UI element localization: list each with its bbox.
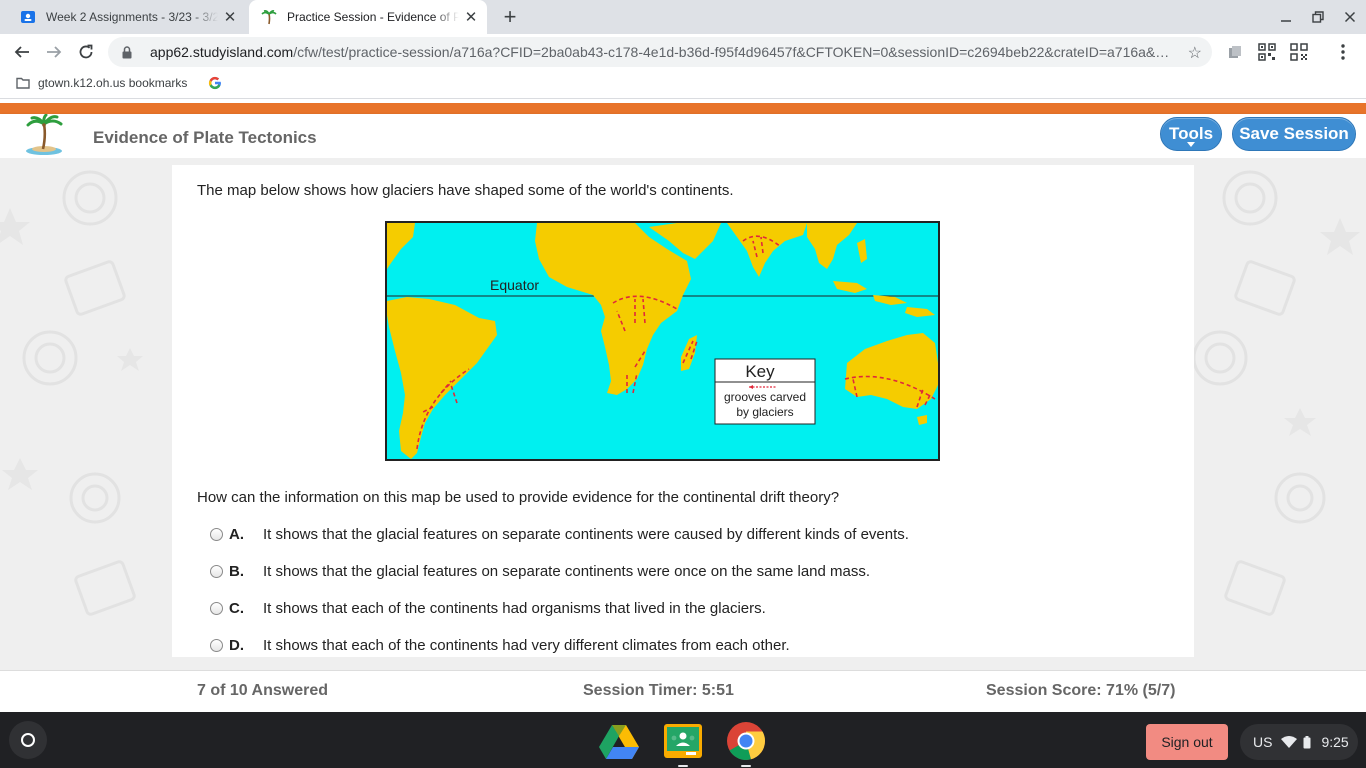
reload-icon[interactable]: [72, 38, 100, 66]
tasmania-shape: [917, 415, 927, 425]
question-prompt: The map below shows how glaciers have sh…: [197, 182, 734, 199]
radio-button[interactable]: [210, 601, 223, 615]
session-timer: Session Timer: 5:51: [583, 682, 734, 699]
map-key: Key grooves carved by glaciers: [714, 358, 816, 425]
bookmark-folder[interactable]: gtown.k12.oh.us bookmarks: [16, 76, 187, 90]
answered-count: 7 of 10 Answered: [197, 682, 329, 699]
chrome-icon[interactable]: [726, 721, 766, 767]
battery-icon: [1303, 735, 1311, 749]
map-key-title: Key: [745, 362, 775, 381]
indonesia-shape: [833, 281, 867, 293]
wifi-icon: [1281, 736, 1298, 748]
more-menu-icon[interactable]: [1332, 41, 1354, 63]
app-header: Evidence of Plate Tectonics Tools Save S…: [0, 113, 1366, 158]
new-tab-icon[interactable]: +: [497, 4, 523, 30]
south-america-shape: [387, 297, 497, 459]
save-session-button[interactable]: Save Session: [1232, 117, 1356, 151]
radio-button[interactable]: [210, 638, 223, 652]
extension-icon[interactable]: [1224, 41, 1246, 63]
save-session-label: Save Session: [1239, 124, 1349, 143]
equator-label: Equator: [490, 277, 539, 293]
tab-practice-session[interactable]: Practice Session - Evidence of Plate Tec…: [249, 0, 487, 34]
google-bookmark[interactable]: [208, 76, 222, 90]
tab-title: Practice Session - Evidence of Plate Tec…: [287, 10, 459, 24]
study-island-logo: [24, 113, 68, 156]
tools-button[interactable]: Tools: [1160, 117, 1222, 151]
palm-tree-favicon-icon: [261, 9, 277, 25]
africa-shape: [535, 223, 691, 395]
page-title: Evidence of Plate Tectonics: [93, 128, 317, 147]
url-host: app62.studyisland.com: [150, 44, 294, 60]
os-shelf: Sign out US 9:25: [0, 712, 1366, 768]
running-indicator: [678, 765, 688, 767]
minimize-icon[interactable]: [1274, 6, 1298, 28]
session-score: Session Score: 71% (5/7): [986, 682, 1176, 699]
question-card: The map below shows how glaciers have sh…: [172, 165, 1194, 657]
glacier-map: Equator Key grooves carved by glaciers: [385, 221, 940, 461]
bookmark-label: gtown.k12.oh.us bookmarks: [38, 76, 188, 90]
groove-arrow: [450, 384, 458, 404]
choice-letter: B.: [229, 562, 244, 580]
brand-bar: [0, 103, 1366, 114]
answer-choice-d[interactable]: D. It shows that each of the continents …: [210, 634, 790, 656]
url-text: app62.studyisland.com/cfw/test/practice-…: [150, 44, 1180, 60]
clock-time: 9:25: [1321, 734, 1349, 750]
close-window-icon[interactable]: [1338, 6, 1362, 28]
qr-code-icon[interactable]: [1256, 41, 1278, 63]
tab-week2-assignments[interactable]: Week 2 Assignments - 3/23 - 3/27 ✕: [8, 0, 246, 34]
sign-out-label: Sign out: [1161, 734, 1213, 750]
india-shape: [727, 223, 807, 277]
folder-icon: [16, 77, 30, 89]
question-stem: How can the information on this map be u…: [197, 489, 840, 506]
running-indicator: [741, 765, 751, 767]
new-guinea-shape: [905, 307, 935, 317]
tab-close-icon[interactable]: ✕: [222, 9, 238, 26]
forward-arrow-icon[interactable]: [40, 38, 68, 66]
status-tray[interactable]: US 9:25: [1240, 724, 1358, 760]
lock-icon: [120, 45, 134, 59]
google-classroom-icon[interactable]: [663, 721, 703, 767]
choice-text: It shows that each of the continents had…: [263, 599, 766, 617]
southeast-asia-shape: [807, 223, 857, 269]
answer-choice-b[interactable]: B. It shows that the glacial features on…: [210, 560, 870, 582]
google-icon: [208, 76, 222, 90]
back-arrow-icon[interactable]: [8, 38, 36, 66]
choice-letter: A.: [229, 525, 244, 543]
australia-shape: [845, 333, 938, 409]
philippines-shape: [857, 239, 867, 263]
bookmark-star-icon[interactable]: ☆: [1188, 43, 1202, 63]
radio-button[interactable]: [210, 564, 223, 578]
world-map-image: Equator Key grooves carved by glaciers: [387, 223, 938, 459]
chevron-down-icon: [1187, 142, 1195, 147]
tab-title: Week 2 Assignments - 3/23 - 3/27: [46, 10, 218, 24]
choice-letter: C.: [229, 599, 244, 617]
restore-icon[interactable]: [1306, 6, 1330, 28]
tab-strip: Week 2 Assignments - 3/23 - 3/27 ✕ Pract…: [0, 0, 1366, 34]
address-bar[interactable]: app62.studyisland.com/cfw/test/practice-…: [108, 37, 1212, 67]
answer-choice-a[interactable]: A. It shows that the glacial features on…: [210, 523, 909, 545]
qr-code-extension-icon[interactable]: [1288, 41, 1310, 63]
radio-button[interactable]: [210, 527, 223, 541]
tab-close-icon[interactable]: ✕: [463, 9, 479, 26]
browser-toolbar: app62.studyisland.com/cfw/test/practice-…: [0, 34, 1366, 70]
classroom-favicon-icon: [20, 9, 36, 25]
central-america-shape: [387, 223, 415, 269]
choice-text: It shows that each of the continents had…: [263, 636, 790, 654]
bookmarks-bar: gtown.k12.oh.us bookmarks: [0, 70, 1366, 99]
session-status-bar: 7 of 10 Answered Session Timer: 5:51 Ses…: [0, 670, 1366, 712]
choice-letter: D.: [229, 636, 244, 654]
map-key-label-line2: by glaciers: [736, 405, 793, 419]
madagascar-shape: [681, 335, 697, 371]
map-key-label-line1: grooves carved: [724, 390, 806, 404]
launcher-icon[interactable]: [9, 721, 47, 759]
google-drive-icon[interactable]: [599, 721, 639, 761]
url-path: /cfw/test/practice-session/a716a?CFID=2b…: [293, 44, 1170, 60]
keyboard-locale: US: [1253, 734, 1273, 750]
sign-out-button[interactable]: Sign out: [1146, 724, 1228, 760]
choice-text: It shows that the glacial features on se…: [263, 525, 909, 543]
tools-button-label: Tools: [1168, 124, 1214, 143]
answer-choice-c[interactable]: C. It shows that each of the continents …: [210, 597, 766, 619]
choice-text: It shows that the glacial features on se…: [263, 562, 871, 580]
